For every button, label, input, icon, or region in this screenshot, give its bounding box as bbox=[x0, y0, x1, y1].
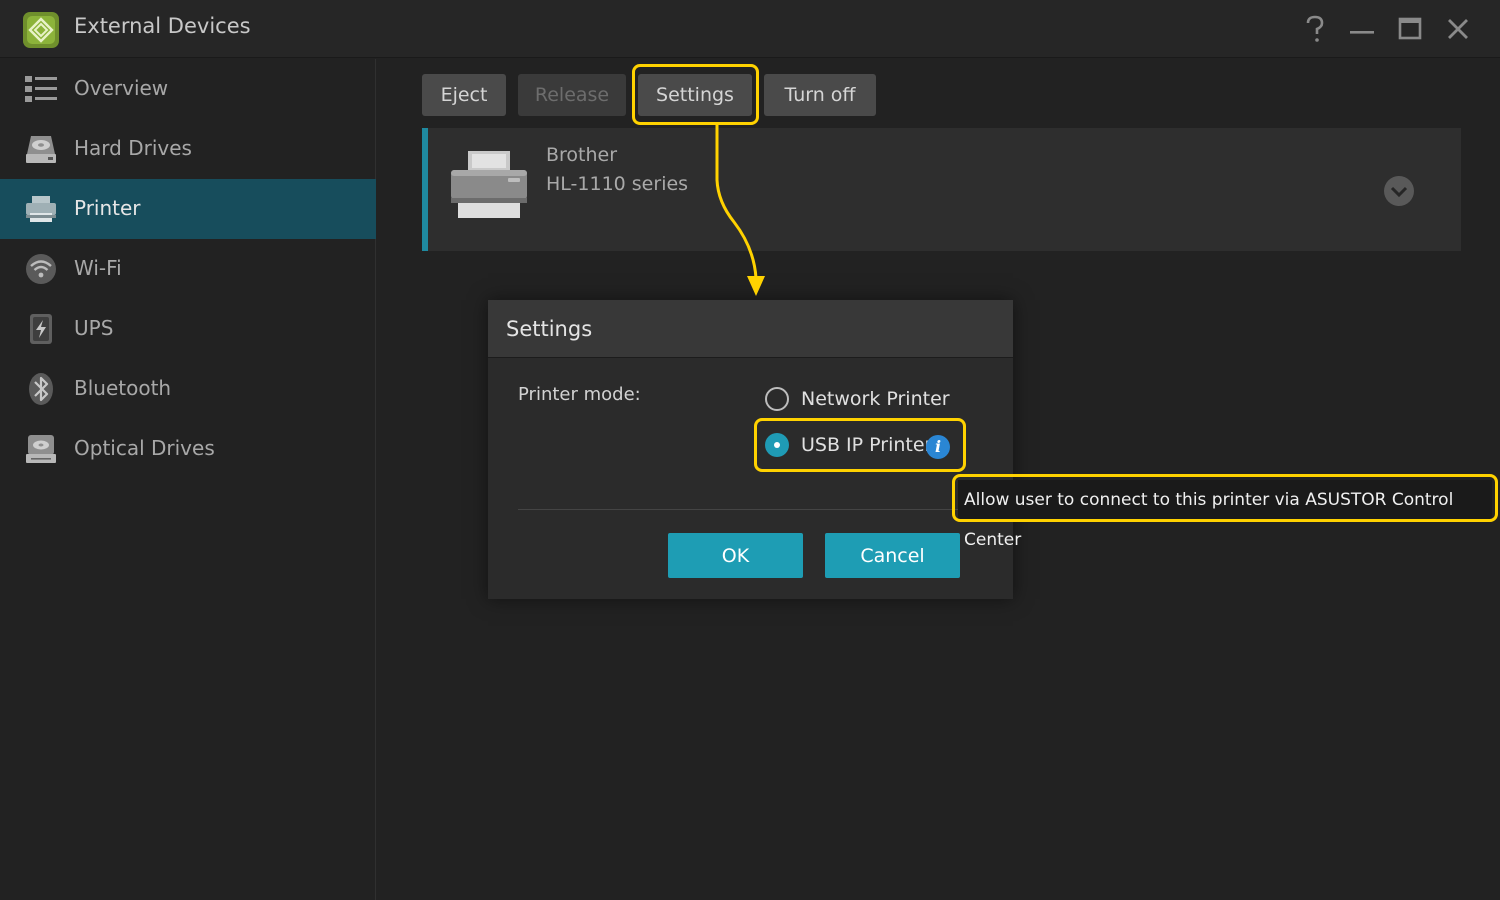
sidebar-item-bluetooth[interactable]: Bluetooth bbox=[0, 359, 376, 419]
list-icon bbox=[22, 71, 60, 107]
eject-button[interactable]: Eject bbox=[422, 74, 506, 116]
wifi-icon bbox=[22, 251, 60, 287]
device-card[interactable]: Brother HL-1110 series bbox=[422, 128, 1461, 251]
help-icon[interactable] bbox=[1298, 12, 1332, 46]
sidebar-item-printer[interactable]: Printer bbox=[0, 179, 376, 239]
cancel-button[interactable]: Cancel bbox=[825, 533, 960, 578]
ok-button[interactable]: OK bbox=[668, 533, 803, 578]
network-printer-radio[interactable] bbox=[765, 387, 789, 411]
sidebar-item-label: Wi-Fi bbox=[74, 256, 122, 280]
settings-button-highlight bbox=[632, 64, 759, 125]
window-title: External Devices bbox=[74, 14, 251, 38]
dialog-divider bbox=[518, 509, 998, 510]
dialog-header: Settings bbox=[488, 300, 1013, 358]
annotation-arrow bbox=[715, 124, 765, 296]
printer-icon bbox=[22, 191, 60, 227]
sidebar-item-ups[interactable]: UPS bbox=[0, 299, 376, 359]
ups-icon bbox=[22, 311, 60, 347]
device-brand: Brother bbox=[546, 144, 618, 166]
sidebar: Overview Hard Drives Printer Wi-Fi UPS B… bbox=[0, 59, 376, 900]
sidebar-item-label: Hard Drives bbox=[74, 136, 192, 160]
maximize-icon[interactable] bbox=[1393, 12, 1427, 46]
sidebar-item-label: UPS bbox=[74, 316, 114, 340]
close-icon[interactable] bbox=[1441, 12, 1475, 46]
network-printer-label[interactable]: Network Printer bbox=[801, 388, 950, 410]
chevron-down-icon[interactable] bbox=[1383, 175, 1415, 207]
optical-drive-icon bbox=[22, 431, 60, 467]
sidebar-item-label: Overview bbox=[74, 76, 169, 100]
turn-off-button[interactable]: Turn off bbox=[764, 74, 876, 116]
sidebar-item-label: Optical Drives bbox=[74, 436, 215, 460]
sidebar-item-wifi[interactable]: Wi-Fi bbox=[0, 239, 376, 299]
device-model: HL-1110 series bbox=[546, 173, 689, 195]
sidebar-item-hard-drives[interactable]: Hard Drives bbox=[0, 119, 376, 179]
title-bar: External Devices bbox=[0, 0, 1500, 58]
dialog-title: Settings bbox=[506, 317, 593, 341]
sidebar-item-label: Bluetooth bbox=[74, 376, 172, 400]
printer-mode-label: Printer mode: bbox=[518, 384, 641, 405]
sidebar-item-label: Printer bbox=[74, 196, 141, 220]
release-button: Release bbox=[518, 74, 626, 116]
hard-drive-icon bbox=[22, 131, 60, 167]
sidebar-item-overview[interactable]: Overview bbox=[0, 59, 376, 119]
app-logo-icon bbox=[22, 11, 60, 49]
printer-device-icon bbox=[448, 148, 530, 222]
sidebar-item-optical-drives[interactable]: Optical Drives bbox=[0, 419, 376, 479]
bluetooth-icon bbox=[22, 371, 60, 407]
tooltip-highlight bbox=[952, 474, 1498, 522]
minimize-icon[interactable] bbox=[1345, 12, 1379, 46]
usb-ip-option-highlight bbox=[754, 418, 966, 472]
